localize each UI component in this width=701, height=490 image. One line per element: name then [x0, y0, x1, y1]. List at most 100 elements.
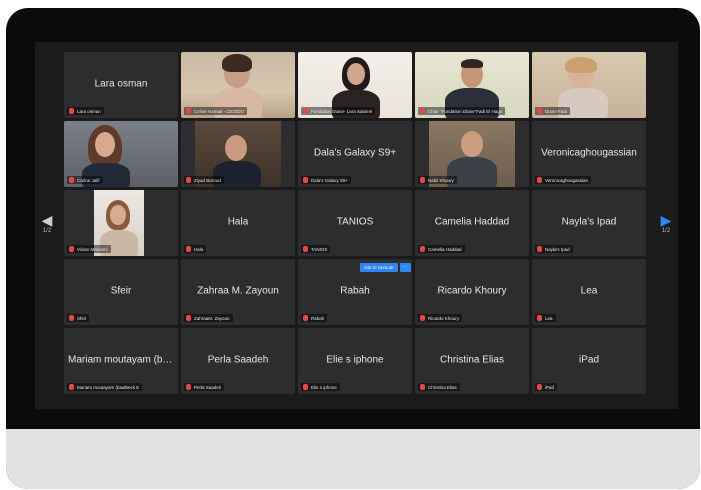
participant-tile[interactable]: Nabil Khoury: [415, 121, 529, 187]
next-page-indicator: 1/2: [661, 228, 671, 234]
participant-tile[interactable]: Veronicaghougassian Veronicaghougassian: [532, 121, 646, 187]
participant-name: Mariam moutayam (baal...: [68, 354, 174, 366]
mic-muted-icon: [69, 177, 74, 183]
participant-name: Sfeir: [110, 285, 132, 297]
participant-tile[interactable]: Diane Fadi: [532, 52, 646, 118]
participant-caption: Diane Fadi: [535, 107, 570, 115]
previous-page-button[interactable]: ◀ 1/2: [37, 212, 57, 248]
participant-name: Hala: [227, 216, 249, 228]
participant-tile[interactable]: Lara osman Lara osman: [64, 52, 178, 118]
participant-name: Perla Saadeh: [207, 354, 269, 366]
participant-caption: Dala's Galaxy S9+: [301, 176, 352, 184]
participant-tile[interactable]: Ziyad Baroud: [181, 121, 295, 187]
mic-muted-icon: [69, 315, 74, 321]
previous-page-indicator: 1/2: [42, 228, 52, 234]
participant-name: TANIOS: [336, 216, 374, 228]
mic-muted-icon: [420, 246, 425, 252]
participant-name: Lara osman: [94, 78, 148, 90]
mic-muted-icon: [69, 246, 74, 252]
participant-name: Ricardo Khoury: [437, 285, 507, 297]
mic-muted-icon: [69, 384, 74, 390]
participant-caption: Fondation Diane- Lara Salamé: [301, 107, 376, 115]
mic-muted-icon: [537, 108, 542, 114]
participant-caption: TANIOS: [301, 245, 331, 253]
participant-name: Elie s iphone: [326, 354, 384, 366]
participant-caption: Hala: [184, 245, 207, 253]
mic-muted-icon: [420, 384, 425, 390]
participant-tile-active-speaker[interactable]: Chair "Fondation Diane"Fadi El Hage: [415, 52, 529, 118]
participant-tile[interactable]: Dala's Galaxy S9+ Dala's Galaxy S9+: [298, 121, 412, 187]
participant-caption: Nabil Khoury: [418, 176, 457, 184]
participant-name: Veronicaghougassian: [541, 147, 637, 159]
participant-caption: Lara osman: [67, 107, 104, 115]
mic-muted-icon: [186, 177, 191, 183]
mic-muted-icon: [303, 384, 308, 390]
mic-muted-icon: [69, 108, 74, 114]
participant-tile[interactable]: Mariam moutayam (baal... Mariam moutayam…: [64, 328, 178, 394]
mic-muted-icon: [537, 177, 542, 183]
participant-tile[interactable]: Ask to Unmute ··· Rabah Rabah: [298, 259, 412, 325]
participant-tile[interactable]: Lea Lea: [532, 259, 646, 325]
mic-muted-icon: [303, 315, 308, 321]
participant-tile[interactable]: Perla Saadeh Perla Saadeh: [181, 328, 295, 394]
participant-caption: Rabah: [301, 314, 328, 322]
participant-caption: Camelia Haddad: [418, 245, 465, 253]
participant-tile[interactable]: TANIOS TANIOS: [298, 190, 412, 256]
participant-caption: ZahraaM. Zayoun: [184, 314, 233, 322]
participant-caption: Mariam moutayam (baalbeck E: [67, 383, 143, 391]
more-options-button[interactable]: ···: [399, 263, 411, 272]
participant-tile[interactable]: Vivian Mahanni: [64, 190, 178, 256]
participant-caption: Ricardo Khoury: [418, 314, 463, 322]
participant-tile[interactable]: Carine Jalif: [64, 121, 178, 187]
participant-tile[interactable]: Zahraa M. Zayoun ZahraaM. Zayoun: [181, 259, 295, 325]
mic-muted-icon: [537, 384, 542, 390]
participant-tile[interactable]: Sfeir Sfeir: [64, 259, 178, 325]
mic-muted-icon: [303, 246, 308, 252]
participant-tile[interactable]: iPad iPad: [532, 328, 646, 394]
participant-tile[interactable]: Ricardo Khoury Ricardo Khoury: [415, 259, 529, 325]
participant-tile[interactable]: Christina Elias Christina Elias: [415, 328, 529, 394]
participant-tile[interactable]: Camelia Haddad Camelia Haddad: [415, 190, 529, 256]
participant-caption: Christina Elias: [418, 383, 460, 391]
participant-name: Rabah: [340, 285, 370, 297]
tile-hover-menu: Ask to Unmute ···: [360, 263, 411, 272]
participant-name: Zahraa M. Zayoun: [197, 285, 279, 297]
mic-muted-icon: [537, 246, 542, 252]
mic-muted-icon: [303, 177, 308, 183]
participant-caption: Chair "Fondation Diane"Fadi El Hage: [418, 107, 506, 115]
participant-name: Camelia Haddad: [434, 216, 510, 228]
participant-caption: Perla Saadeh: [184, 383, 225, 391]
participant-name: Christina Elias: [440, 354, 504, 366]
participant-caption: Ziyad Baroud: [184, 176, 224, 184]
participant-name: Dala's Galaxy S9+: [313, 147, 397, 159]
mic-muted-icon: [186, 246, 191, 252]
participant-tile[interactable]: Celine Hamati - CEO/DO: [181, 52, 295, 118]
participant-caption: Vivian Mahanni: [67, 245, 111, 253]
chevron-left-icon: ◀: [41, 212, 53, 228]
next-page-button[interactable]: ▶ 1/2: [656, 212, 676, 248]
mic-muted-icon: [186, 315, 191, 321]
participant-tile[interactable]: Hala Hala: [181, 190, 295, 256]
laptop-base: [6, 429, 700, 489]
participant-caption: Carine Jalif: [67, 176, 103, 184]
participant-tile[interactable]: Fondation Diane- Lara Salamé: [298, 52, 412, 118]
ask-to-unmute-button[interactable]: Ask to Unmute: [360, 263, 398, 272]
mic-muted-icon: [303, 108, 308, 114]
participant-grid: Lara osman Lara osman Celine Hamati - CE…: [64, 52, 649, 398]
participant-caption: Elie s iphone: [301, 383, 340, 391]
participant-tile[interactable]: Elie s iphone Elie s iphone: [298, 328, 412, 394]
participant-tile[interactable]: Nayla's Ipad Nayla's Ipad: [532, 190, 646, 256]
mic-muted-icon: [420, 315, 425, 321]
laptop-frame: ◀ 1/2 Lara osman Lara osman Celine Hamat…: [6, 8, 700, 489]
participant-caption: Veronicaghougassian: [535, 176, 592, 184]
participant-caption: Nayla's Ipad: [535, 245, 573, 253]
mic-muted-icon: [420, 108, 425, 114]
mic-muted-icon: [186, 108, 191, 114]
chevron-right-icon: ▶: [660, 212, 672, 228]
participant-caption: Lea: [535, 314, 556, 322]
mic-muted-icon: [420, 177, 425, 183]
participant-caption: iPad: [535, 383, 558, 391]
participant-caption: Sfeir: [67, 314, 90, 322]
participant-name: Lea: [580, 285, 598, 297]
participant-caption: Celine Hamati - CEO/DO: [184, 107, 248, 115]
